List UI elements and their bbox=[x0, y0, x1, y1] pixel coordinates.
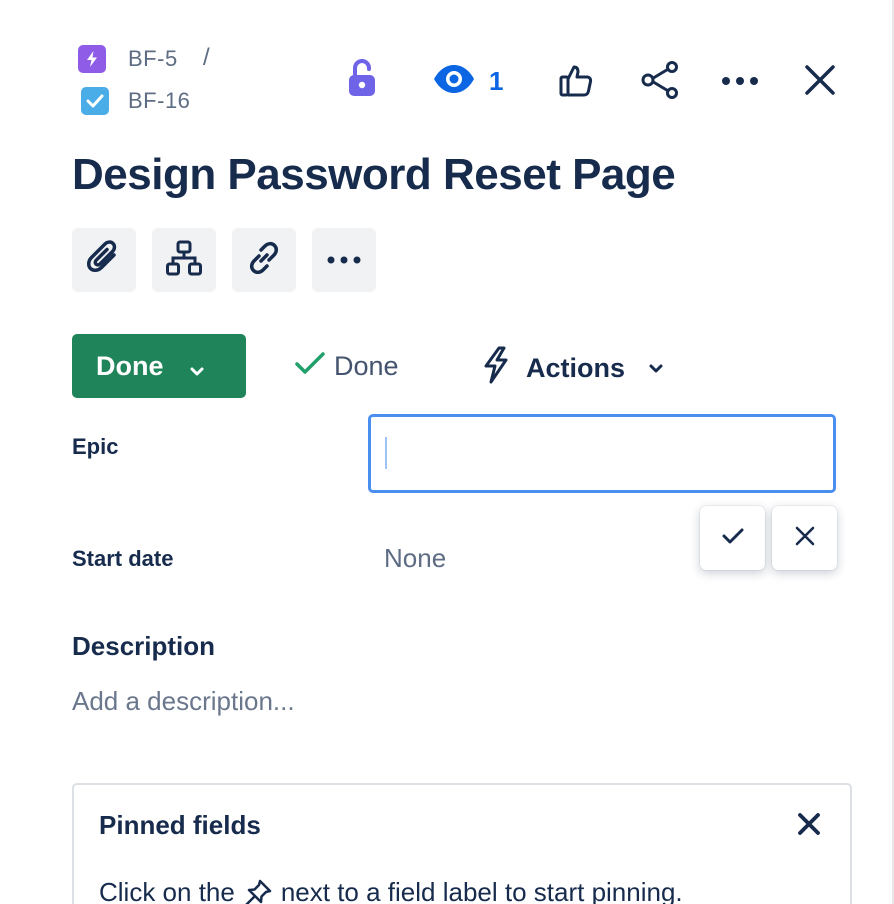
more-icon bbox=[326, 251, 362, 269]
actions-label: Actions bbox=[526, 353, 626, 383]
close-icon bbox=[804, 64, 836, 101]
attach-button[interactable] bbox=[72, 228, 136, 292]
description-input[interactable]: Add a description... bbox=[72, 686, 295, 717]
more-actions-button[interactable] bbox=[716, 58, 764, 106]
resolution-status: Done bbox=[294, 350, 399, 383]
epic-lightning-icon bbox=[78, 45, 106, 73]
more-toolbar-button[interactable] bbox=[312, 228, 376, 292]
issue-title[interactable]: Design Password Reset Page bbox=[72, 150, 676, 200]
status-label: Done bbox=[96, 350, 164, 381]
watch-button[interactable] bbox=[428, 58, 480, 104]
thumbs-up-icon bbox=[558, 62, 594, 103]
breadcrumb-parent-key[interactable]: BF-5 bbox=[128, 46, 178, 72]
confirm-button[interactable] bbox=[700, 506, 765, 570]
status-button[interactable]: Done bbox=[72, 334, 246, 398]
child-issues-icon bbox=[166, 240, 202, 281]
vote-button[interactable] bbox=[552, 58, 600, 106]
epic-input[interactable] bbox=[368, 414, 836, 493]
breadcrumb-separator: / bbox=[203, 44, 210, 71]
chevron-down-icon bbox=[647, 353, 665, 384]
pinned-close-button[interactable] bbox=[796, 812, 822, 841]
chevron-down-icon bbox=[188, 356, 206, 387]
epic-text-field[interactable] bbox=[371, 417, 833, 490]
task-check-icon bbox=[81, 87, 109, 115]
resolution-label: Done bbox=[334, 351, 399, 381]
attachment-icon bbox=[84, 238, 124, 283]
close-icon bbox=[794, 525, 816, 552]
automation-lightning-icon bbox=[480, 346, 512, 391]
pinned-hint-before: Click on the bbox=[99, 877, 235, 904]
pinned-fields-title: Pinned fields bbox=[99, 810, 261, 840]
pinned-hint-after: next to a field label to start pinning. bbox=[280, 877, 683, 904]
checkmark-icon bbox=[294, 350, 326, 383]
unlock-icon bbox=[347, 58, 377, 103]
breadcrumb-current-key[interactable]: BF-16 bbox=[128, 88, 190, 114]
breadcrumb-current[interactable]: BF-16 bbox=[81, 87, 190, 115]
actions-dropdown[interactable]: Actions bbox=[480, 346, 665, 391]
close-button[interactable] bbox=[798, 58, 842, 106]
pinned-fields-panel: Pinned fields Click on the next to a fie… bbox=[72, 783, 852, 904]
link-icon bbox=[245, 239, 283, 282]
eye-icon bbox=[432, 64, 476, 99]
share-button[interactable] bbox=[636, 58, 684, 106]
watch-count[interactable]: 1 bbox=[489, 66, 503, 97]
more-icon bbox=[720, 73, 760, 91]
pinned-hint: Click on the next to a field label to st… bbox=[99, 877, 683, 904]
link-issue-button[interactable] bbox=[232, 228, 296, 292]
close-icon bbox=[797, 812, 821, 841]
start-date-value[interactable]: None bbox=[384, 543, 446, 574]
pin-icon bbox=[243, 878, 273, 904]
restrictions-button[interactable] bbox=[340, 58, 384, 102]
start-date-label: Start date bbox=[72, 546, 174, 571]
cancel-button[interactable] bbox=[772, 506, 837, 570]
check-icon bbox=[722, 527, 744, 550]
text-caret bbox=[385, 437, 387, 469]
description-heading: Description bbox=[72, 631, 216, 661]
epic-label: Epic bbox=[72, 434, 119, 459]
breadcrumb-parent[interactable]: BF-5 bbox=[78, 45, 178, 73]
share-icon bbox=[640, 60, 680, 104]
add-child-issue-button[interactable] bbox=[152, 228, 216, 292]
